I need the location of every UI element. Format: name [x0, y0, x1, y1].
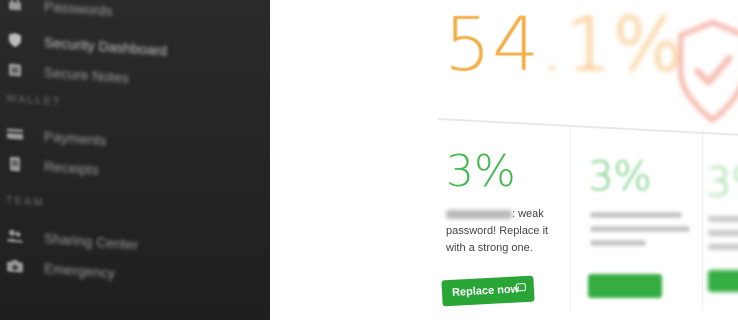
security-score: 54.1% [444, 2, 684, 88]
replace-now-button[interactable]: Replace now [441, 275, 535, 307]
blurred-text-line [708, 216, 738, 222]
sidebar-item-label: Secure Notes [44, 64, 129, 87]
site-name-redacted [446, 209, 512, 219]
note-icon [4, 61, 26, 79]
issue-card-2-percent: 3% [588, 154, 652, 200]
users-icon [4, 227, 26, 245]
weak-password-percent: 3% [446, 146, 516, 197]
weak-password-description: : weak password! Replace it with a stron… [446, 206, 570, 257]
issue-card-3: 3% [700, 124, 738, 320]
sidebar-item-label: Receipts [44, 158, 99, 178]
issue-card-3-percent: 3% [706, 160, 738, 206]
sidebar-item-label: Sharing Center [44, 230, 139, 253]
wallet-section-heading: WALLET [6, 92, 62, 109]
sidebar-item-label: Passwords [44, 0, 113, 19]
weak-password-card: 3% : weak password! Replace it with a st… [430, 124, 570, 320]
security-score-main: 54 [444, 2, 541, 88]
card-icon [4, 125, 26, 143]
sidebar-item-label: Security Dashboard [44, 34, 167, 59]
shield-icon [4, 31, 26, 49]
issue-card-3-button[interactable] [708, 270, 738, 292]
lock-icon [4, 0, 26, 13]
issue-card-2-button[interactable] [588, 274, 662, 298]
issue-card-2: 3% [570, 124, 700, 320]
sidebar-item-label: Payments [44, 128, 107, 149]
sidebar-nav: Passwords Security Dashboard Secure Note… [0, 0, 270, 281]
security-score-tail: .1% [540, 2, 685, 88]
team-section-heading: TEAM [6, 194, 45, 210]
blurred-text-line [590, 212, 682, 218]
blurred-text-line [590, 226, 690, 232]
sidebar: Passwords Security Dashboard Secure Note… [0, 0, 270, 320]
window-icon [515, 283, 527, 292]
replace-now-label: Replace now [451, 283, 520, 299]
blurred-text-line [708, 230, 738, 236]
blurred-text-line [590, 240, 646, 246]
emergency-icon [4, 257, 26, 275]
blurred-text-line [708, 244, 738, 250]
sidebar-item-label: Emergency [44, 260, 115, 282]
receipt-icon [4, 155, 26, 173]
shield-check-icon [677, 19, 738, 124]
security-dashboard-main: 54.1% 3% : weak password! Replace it wit… [270, 0, 738, 320]
